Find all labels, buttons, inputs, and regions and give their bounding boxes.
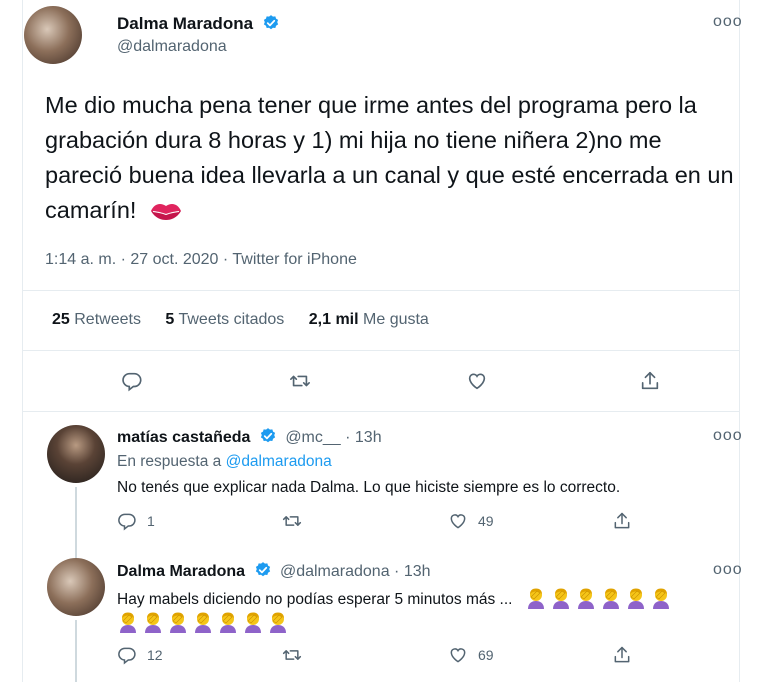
retweet-action[interactable]	[282, 645, 312, 665]
more-icon[interactable]: ooo	[713, 427, 743, 445]
woman-facepalming-icon	[602, 588, 619, 609]
likes-count: 2,1 mil	[308, 311, 359, 328]
thread-line	[75, 620, 77, 682]
woman-facepalming-icon	[195, 612, 211, 633]
woman-facepalming-icon	[145, 612, 161, 633]
emoji-row	[525, 588, 675, 609]
author-avatar[interactable]	[24, 6, 82, 64]
woman-facepalming-icon	[170, 612, 186, 633]
reply-action[interactable]: 1	[117, 511, 155, 531]
more-icon[interactable]: ooo	[713, 13, 743, 31]
like-action[interactable]: 49	[448, 511, 494, 531]
reply-icon[interactable]	[117, 645, 137, 665]
kiss-mark-icon	[150, 203, 181, 220]
tweet-meta[interactable]: 1:14 a. m. · 27 oct. 2020 · Twitter for …	[45, 251, 357, 269]
reply-to-prefix: En respuesta a	[117, 453, 226, 470]
reply-count: 1	[147, 513, 155, 529]
verified-badge-icon	[260, 428, 275, 443]
share-icon[interactable]	[612, 645, 632, 665]
likes-stat[interactable]: 2,1 mil Me gusta	[309, 311, 429, 328]
author-name-row[interactable]: Dalma Maradona	[117, 14, 280, 34]
tweet-stats: 25 Retweets 5 Tweets citados 2,1 mil Me …	[52, 311, 449, 329]
like-count: 69	[478, 647, 494, 663]
like-action[interactable]: 69	[448, 645, 494, 665]
thread-line	[75, 487, 77, 559]
reply-count: 12	[147, 647, 163, 663]
reply-avatar[interactable]	[47, 425, 105, 483]
woman-facepalming-icon	[577, 588, 594, 609]
woman-facepalming-icon	[652, 588, 669, 609]
author-name[interactable]: Dalma Maradona	[117, 14, 253, 33]
share-action[interactable]	[612, 511, 642, 531]
share-icon[interactable]	[639, 370, 661, 392]
woman-facepalming-icon	[270, 612, 286, 633]
retweet-icon[interactable]	[282, 645, 302, 665]
verified-badge-icon	[263, 15, 278, 30]
retweet-icon[interactable]	[282, 511, 302, 531]
reply-action[interactable]: 12	[117, 645, 163, 665]
reply-text: Hay mabels diciendo no podías esperar 5 …	[117, 591, 513, 608]
reply-icon[interactable]	[117, 511, 137, 531]
like-icon[interactable]	[466, 370, 488, 392]
quotes-count: 5	[165, 311, 175, 328]
reply-author-name[interactable]: matías castañeda	[117, 429, 250, 446]
woman-facepalming-icon	[245, 612, 261, 633]
reply-text-line: Hay mabels diciendo no podías esperar 5 …	[117, 587, 675, 609]
quotes-label: Tweets citados	[178, 311, 285, 328]
more-icon[interactable]: ooo	[713, 561, 743, 579]
divider	[22, 290, 740, 291]
like-icon[interactable]	[448, 511, 468, 531]
tweet-text: Me dio mucha pena tener que irme antes d…	[45, 88, 735, 228]
reply-author-row[interactable]: Dalma Maradona @dalmaradona · 13h	[117, 561, 431, 581]
quotes-stat[interactable]: 5 Tweets citados	[165, 311, 284, 328]
retweet-action[interactable]	[282, 511, 312, 531]
like-count: 49	[478, 513, 494, 529]
author-handle[interactable]: @dalmaradona	[117, 38, 227, 56]
share-action[interactable]	[612, 645, 642, 665]
retweets-label: Retweets	[74, 311, 141, 328]
reply-to-handle[interactable]: @dalmaradona	[226, 453, 332, 470]
retweets-count: 25	[52, 311, 70, 328]
reply-author-name[interactable]: Dalma Maradona	[117, 563, 245, 580]
like-icon[interactable]	[448, 645, 468, 665]
likes-label: Me gusta	[363, 311, 429, 328]
reply-avatar[interactable]	[47, 558, 105, 616]
verified-badge-icon	[255, 562, 270, 577]
reply-to-line: En respuesta a @dalmaradona	[117, 453, 332, 471]
woman-facepalming-icon	[627, 588, 644, 609]
reply-author-row[interactable]: matías castañeda @mc__ · 13h	[117, 427, 382, 447]
woman-facepalming-icon	[527, 588, 544, 609]
emoji-row	[117, 611, 292, 633]
reply-icon[interactable]	[121, 370, 143, 392]
share-icon[interactable]	[612, 511, 632, 531]
woman-facepalming-icon	[552, 588, 569, 609]
divider	[22, 350, 740, 351]
retweets-stat[interactable]: 25 Retweets	[52, 311, 141, 328]
woman-facepalming-icon	[120, 612, 136, 633]
reply-author-handle[interactable]: @dalmaradona · 13h	[280, 563, 431, 580]
reply-author-handle[interactable]: @mc__ · 13h	[285, 429, 381, 446]
reply-text: No tenés que explicar nada Dalma. Lo que…	[117, 479, 621, 496]
woman-facepalming-icon	[220, 612, 236, 633]
divider	[22, 411, 740, 412]
retweet-icon[interactable]	[289, 370, 311, 392]
